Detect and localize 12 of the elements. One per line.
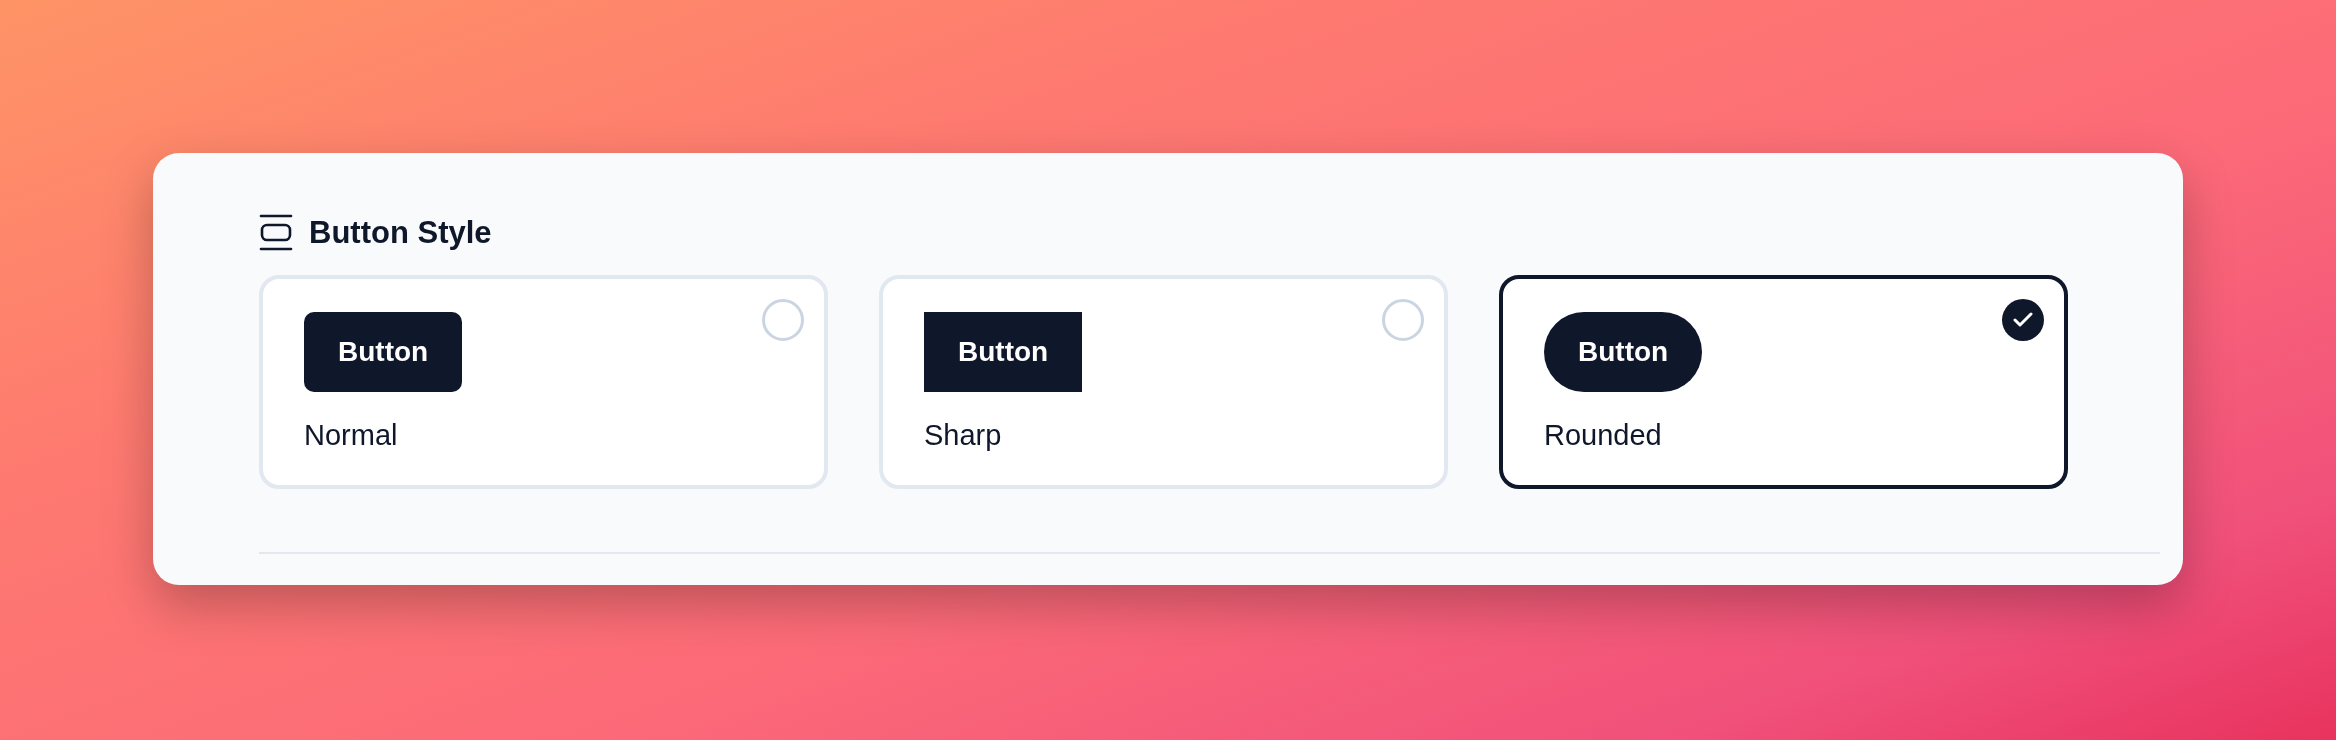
check-icon — [2013, 312, 2033, 328]
option-label: Normal — [304, 418, 398, 453]
section-title: Button Style — [309, 213, 492, 252]
button-preview: Button — [304, 312, 463, 392]
option-label: Sharp — [924, 418, 1002, 453]
style-option[interactable]: Button Rounded — [1499, 275, 2068, 489]
style-option[interactable]: Button Normal — [259, 275, 828, 489]
option-label: Rounded — [1544, 418, 1662, 453]
style-option[interactable]: Button Sharp — [879, 275, 1448, 489]
button-preview: Button — [1544, 312, 1703, 392]
button-preview: Button — [924, 312, 1083, 392]
layout-icon — [259, 214, 293, 252]
